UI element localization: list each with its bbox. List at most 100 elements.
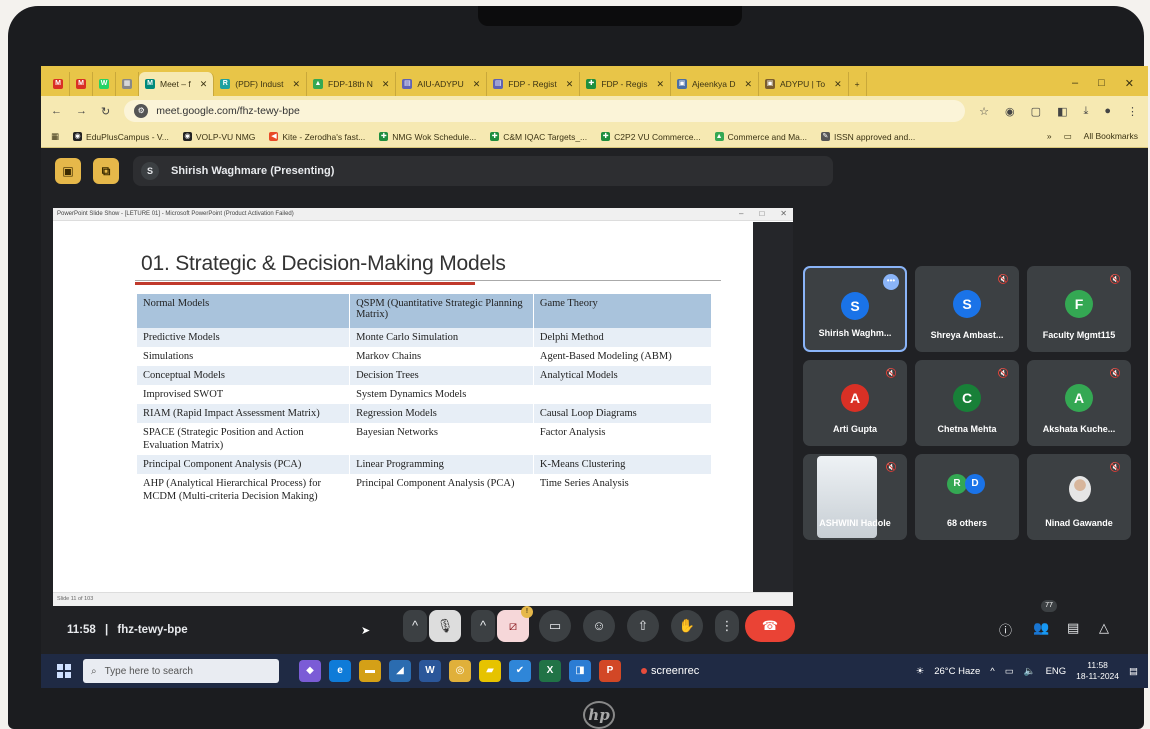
tab-close-icon[interactable]: ✕: [382, 79, 390, 90]
new-tab-button[interactable]: +: [849, 72, 867, 96]
camera-icon[interactable]: ◉: [1005, 105, 1015, 118]
taskbar-app-icon[interactable]: ▬: [359, 660, 381, 682]
browser-tab[interactable]: M: [70, 72, 93, 96]
bookmark-item[interactable]: ✎ ISSN approved and...: [820, 132, 915, 142]
weather-text[interactable]: 26°C Haze: [934, 666, 980, 677]
menu-icon[interactable]: ⋮: [1127, 105, 1138, 118]
all-bookmarks-button[interactable]: » ▭ All Bookmarks: [1047, 131, 1138, 142]
tray-chevron-icon[interactable]: ^: [990, 666, 994, 677]
extension-icon[interactable]: ▢: [1031, 105, 1041, 118]
browser-tab[interactable]: W: [93, 72, 116, 96]
url-field[interactable]: ⚙ meet.google.com/fhz-tewy-bpe: [124, 100, 966, 122]
restore-icon[interactable]: □: [1098, 77, 1105, 90]
notification-icon[interactable]: ▤: [1129, 666, 1138, 677]
leave-call-button[interactable]: ☎: [745, 610, 795, 642]
volume-icon[interactable]: 🔈: [1024, 666, 1036, 677]
network-icon[interactable]: ▭: [1005, 666, 1014, 677]
puzzle-icon[interactable]: ◧: [1057, 105, 1067, 118]
profile-icon[interactable]: ●: [1104, 105, 1111, 118]
taskbar-app-icon[interactable]: ◆: [299, 660, 321, 682]
tab-close-icon[interactable]: ✕: [744, 79, 752, 90]
browser-tab[interactable]: M Meet – f ✕: [139, 72, 215, 96]
browser-tab[interactable]: ▲ FDP-18th N ✕: [307, 72, 397, 96]
taskbar-app-icon[interactable]: P: [599, 660, 621, 682]
back-icon[interactable]: ←: [51, 105, 62, 117]
maximize-icon[interactable]: □: [759, 208, 764, 220]
activities-icon[interactable]: △: [1099, 620, 1109, 636]
participant-tile[interactable]: C 🔇 Chetna Mehta: [915, 360, 1019, 446]
captions-button[interactable]: ▭: [539, 610, 571, 642]
bookmark-item[interactable]: ◀ Kite - Zerodha's fast...: [269, 132, 365, 142]
tab-close-icon[interactable]: ✕: [473, 79, 481, 90]
stop-presenting-button[interactable]: ▣: [55, 158, 81, 184]
participant-tile[interactable]: S 🔇 Shreya Ambast...: [915, 266, 1019, 352]
participant-tile[interactable]: R D 68 others: [915, 454, 1019, 540]
bookmark-item[interactable]: ✚ C2P2 VU Commerce...: [601, 132, 701, 142]
windows-start-icon[interactable]: [57, 664, 71, 678]
shared-presentation: PowerPoint Slide Show - [LETURE 01] - Mi…: [53, 208, 793, 606]
tab-favicon-icon: M: [53, 79, 63, 89]
emoji-button[interactable]: ☺: [583, 610, 615, 642]
tab-close-icon[interactable]: ✕: [656, 79, 664, 90]
bookmark-item[interactable]: ◉ EduPlusCampus - V...: [73, 132, 169, 142]
browser-tab[interactable]: ▣ ADYPU | To ✕: [759, 72, 849, 96]
mic-options-button[interactable]: ^: [403, 610, 427, 642]
bookmark-item[interactable]: ◉ VOLP-VU NMG: [182, 132, 255, 142]
raise-hand-button[interactable]: ✋: [671, 610, 703, 642]
layout-button[interactable]: ⧉: [93, 158, 119, 184]
participant-tile[interactable]: 🔇 ASHWINI Hadole: [803, 454, 907, 540]
minimize-icon[interactable]: –: [1072, 77, 1078, 90]
taskbar-app-icon[interactable]: ◎: [449, 660, 471, 682]
participant-tile[interactable]: 🔇 Ninad Gawande: [1027, 454, 1131, 540]
browser-tab[interactable]: ▣ Ajeenkya D ✕: [671, 72, 760, 96]
participant-tile[interactable]: A 🔇 Akshata Kuche...: [1027, 360, 1131, 446]
forward-icon[interactable]: →: [76, 105, 87, 117]
tab-close-icon[interactable]: ✕: [292, 79, 300, 90]
taskbar-app-icon[interactable]: e: [329, 660, 351, 682]
taskbar-app-icon[interactable]: ◢: [389, 660, 411, 682]
tab-close-icon[interactable]: ✕: [200, 79, 208, 90]
taskbar-app-icon[interactable]: ◨: [569, 660, 591, 682]
browser-tab[interactable]: ▦: [116, 72, 139, 96]
taskbar-search[interactable]: ⌕ Type here to search: [83, 659, 279, 683]
tab-close-icon[interactable]: ✕: [566, 79, 574, 90]
minimize-icon[interactable]: –: [739, 208, 743, 220]
apps-grid-icon[interactable]: ▦: [51, 131, 59, 142]
participant-tile[interactable]: A 🔇 Arti Gupta: [803, 360, 907, 446]
lang-indicator[interactable]: ENG: [1046, 666, 1067, 677]
search-icon: ⌕: [91, 665, 97, 677]
tab-close-icon[interactable]: ✕: [834, 79, 842, 90]
site-info-icon[interactable]: ⚙: [134, 104, 149, 118]
info-icon[interactable]: ⓘ: [999, 620, 1012, 639]
chat-icon[interactable]: ▤: [1067, 620, 1079, 636]
camera-options-button[interactable]: ^: [471, 610, 495, 642]
mic-toggle-button[interactable]: 🎙: [429, 610, 461, 642]
taskbar-app-icon[interactable]: X: [539, 660, 561, 682]
screenrec-app[interactable]: screenrec: [641, 665, 699, 677]
camera-toggle-button[interactable]: ⧄ !: [497, 606, 533, 642]
star-icon[interactable]: ☆: [979, 105, 989, 118]
browser-tab[interactable]: R (PDF) Indust ✕: [214, 72, 307, 96]
bookmark-item[interactable]: ▲ Commerce and Ma...: [714, 132, 807, 142]
download-icon[interactable]: ⤓: [1083, 105, 1088, 118]
browser-tab[interactable]: ▤ FDP - Regist ✕: [487, 72, 581, 96]
participant-tile[interactable]: F 🔇 Faculty Mgmt115: [1027, 266, 1131, 352]
more-options-icon[interactable]: •••: [883, 274, 899, 290]
people-icon[interactable]: 👥: [1033, 620, 1049, 636]
participant-tile[interactable]: S ••• Shirish Waghm...: [803, 266, 907, 352]
bookmark-item[interactable]: ✚ C&M IQAC Targets_...: [490, 132, 587, 142]
close-icon[interactable]: ✕: [780, 208, 787, 220]
present-button[interactable]: ⇧: [627, 610, 659, 642]
bookmark-item[interactable]: ✚ NMG Wok Schedule...: [379, 132, 476, 142]
clock[interactable]: 11:58 18-11-2024: [1076, 660, 1119, 682]
taskbar-app-icon[interactable]: W: [419, 660, 441, 682]
chevron-right-icon[interactable]: »: [1047, 131, 1052, 142]
taskbar-app-icon[interactable]: ▰: [479, 660, 501, 682]
reload-icon[interactable]: ↻: [101, 105, 110, 118]
more-options-button[interactable]: ⋮: [715, 610, 739, 642]
browser-tab[interactable]: M: [47, 72, 70, 96]
browser-tab[interactable]: ▤ AIU-ADYPU ✕: [396, 72, 488, 96]
browser-tab[interactable]: ✚ FDP - Regis ✕: [580, 72, 671, 96]
close-window-icon[interactable]: ✕: [1125, 77, 1134, 90]
taskbar-app-icon[interactable]: ✔: [509, 660, 531, 682]
